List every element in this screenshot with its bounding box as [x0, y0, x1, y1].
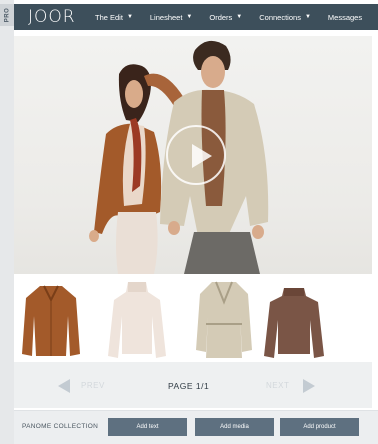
hero-video[interactable]	[14, 36, 372, 274]
nav-item-label: Orders	[209, 12, 233, 22]
caret-down-icon: ▼	[304, 14, 311, 20]
nav-item-the-edit[interactable]: The Edit ▼	[95, 13, 133, 22]
nav-item-orders[interactable]: Orders ▼	[209, 13, 242, 22]
play-icon[interactable]	[166, 125, 226, 185]
trench-coat-image	[196, 281, 252, 358]
arrow-right-icon[interactable]	[303, 379, 315, 393]
nav-item-linesheet[interactable]: Linesheet ▼	[150, 13, 192, 22]
product-strip	[14, 276, 372, 362]
next-button[interactable]: NEXT	[266, 381, 289, 390]
collection-name: PANOME COLLECTION	[22, 423, 99, 430]
product-leather-jacket[interactable]	[20, 280, 82, 360]
nav-item-messages[interactable]: Messages	[328, 13, 362, 22]
joor-logo[interactable]: JOOR	[28, 7, 95, 27]
product-cream-turtleneck[interactable]	[106, 280, 168, 360]
bottom-toolbar: PANOME COLLECTION Add text Add media Add…	[14, 410, 378, 444]
pro-badge-label: PRO	[4, 7, 11, 23]
cream-turtleneck-image	[108, 282, 166, 358]
arrow-left-icon[interactable]	[58, 379, 70, 393]
product-trench-coat[interactable]	[194, 280, 254, 360]
left-rail: PRO	[0, 0, 14, 444]
add-media-button[interactable]: Add media	[195, 418, 274, 436]
add-text-button[interactable]: Add text	[108, 418, 187, 436]
nav-item-connections[interactable]: Connections ▼	[259, 13, 311, 22]
pro-badge: PRO	[0, 4, 14, 26]
top-navigation: JOOR The Edit ▼ Linesheet ▼ Orders ▼ Connec…	[14, 4, 378, 30]
product-brown-sweater[interactable]	[262, 280, 326, 360]
nav-item-label: Messages	[327, 12, 363, 22]
prev-button[interactable]: PREV	[81, 381, 105, 390]
nav-item-label: The Edit	[95, 12, 123, 22]
page-indicator: PAGE 1/1	[168, 381, 210, 391]
caret-down-icon: ▼	[236, 14, 243, 20]
caret-down-icon: ▼	[126, 14, 133, 20]
caret-down-icon: ▼	[186, 14, 193, 20]
leather-jacket-image	[22, 285, 80, 356]
add-product-button[interactable]: Add product	[280, 418, 359, 436]
brown-sweater-image	[264, 288, 324, 358]
pager: PREV PAGE 1/1 NEXT	[14, 362, 372, 408]
nav-item-label: Connections	[259, 12, 301, 22]
nav-item-label: Linesheet	[149, 12, 183, 22]
